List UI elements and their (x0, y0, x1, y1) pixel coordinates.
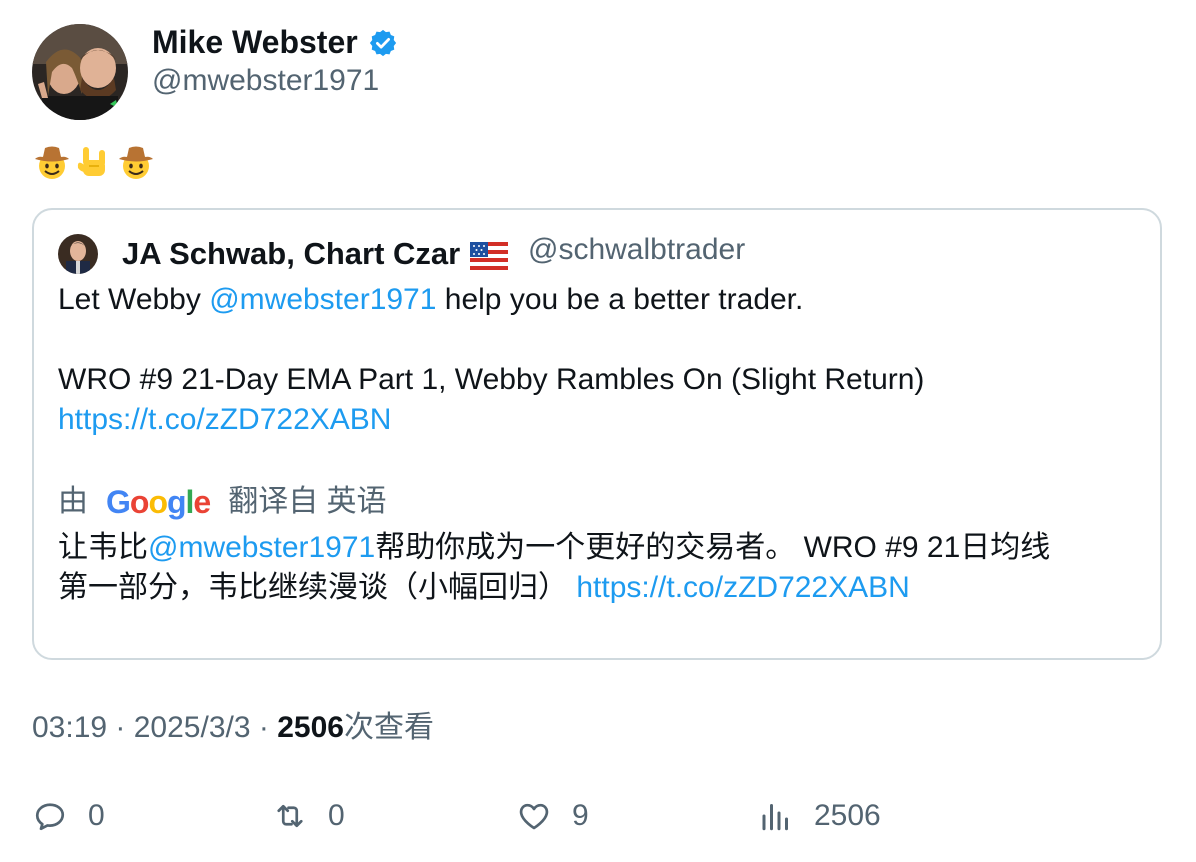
retweet-button[interactable]: 0 (272, 796, 345, 836)
retweet-count: 0 (328, 799, 345, 832)
translated-text-line-2-body: 第一部分，韦比继续漫谈（小幅回归） (58, 571, 577, 604)
reply-count: 0 (88, 799, 105, 832)
tweet-date[interactable]: 2025/3/3 (134, 711, 251, 744)
views-action-count: 2506 (814, 799, 881, 832)
tweet-time[interactable]: 03:19 (32, 711, 107, 744)
translation-by-suffix: 翻译自 英语 (228, 485, 387, 518)
translated-text-line-2: 第一部分，韦比继续漫谈（小幅回归） https://t.co/zZD722XAB… (58, 568, 910, 608)
mention-link[interactable]: @mwebster1971 (209, 283, 436, 316)
author-name[interactable]: Mike Webster (152, 22, 398, 62)
translated-text-suffix: 帮助你成为一个更好的交易者。 WRO #9 21日均线 (375, 531, 1051, 564)
quoted-author-name[interactable]: JA Schwab, Chart Czar (122, 234, 509, 274)
cowboy-hat-face-icon (116, 142, 156, 182)
meta-separator: · (250, 711, 278, 744)
translation-attribution: 由 Google 翻译自 英语 (58, 482, 387, 522)
views-button[interactable]: 2506 (758, 796, 881, 836)
author-avatar[interactable] (32, 24, 128, 120)
quoted-text-line-1: Let Webby @mwebster1971 help you be a be… (58, 280, 803, 320)
views-label: 次查看 (343, 711, 434, 744)
translated-text-prefix: 让韦比 (58, 531, 148, 564)
tweet-text (32, 140, 156, 184)
tweet-meta: 03:19 · 2025/3/3 · 2506次查看 (32, 708, 434, 748)
analytics-icon (762, 804, 788, 831)
translated-url-link[interactable]: https://t.co/zZD722XABN (576, 571, 909, 604)
quoted-text-prefix: Let Webby (58, 283, 210, 316)
meta-separator: · (107, 711, 134, 744)
quoted-text-suffix: help you be a better trader. (436, 283, 804, 316)
reply-icon (35, 803, 65, 831)
retweet-icon (277, 804, 303, 828)
like-count: 9 (572, 799, 589, 832)
translation-by-prefix: 由 (58, 485, 88, 518)
sign-of-horns-icon (74, 142, 114, 182)
quoted-author-handle[interactable]: @schwalbtrader (528, 230, 745, 270)
reply-button[interactable]: 0 (32, 796, 105, 836)
quoted-author-name-text[interactable]: JA Schwab, Chart Czar (122, 234, 460, 274)
quoted-tweet-card[interactable]: JA Schwab, Chart Czar @schwalbtrader Let… (32, 208, 1162, 660)
us-flag-icon (470, 240, 509, 270)
cowboy-hat-face-icon (32, 142, 72, 182)
google-logo-icon: Google (106, 484, 211, 520)
heart-icon (519, 803, 549, 830)
translated-mention-link[interactable]: @mwebster1971 (148, 531, 375, 564)
author-handle[interactable]: @mwebster1971 (152, 62, 379, 100)
author-name-text[interactable]: Mike Webster (152, 22, 358, 62)
like-button[interactable]: 9 (516, 796, 589, 836)
quoted-author-avatar[interactable] (58, 234, 98, 274)
quoted-url-link[interactable]: https://t.co/zZD722XABN (58, 400, 391, 440)
quoted-text-line-2: WRO #9 21-Day EMA Part 1, Webby Rambles … (58, 363, 925, 396)
views-count: 2506 (277, 711, 344, 744)
translated-text-line-1: 让韦比@mwebster1971帮助你成为一个更好的交易者。 WRO #9 21… (58, 528, 1050, 568)
verified-badge-icon (368, 27, 398, 57)
